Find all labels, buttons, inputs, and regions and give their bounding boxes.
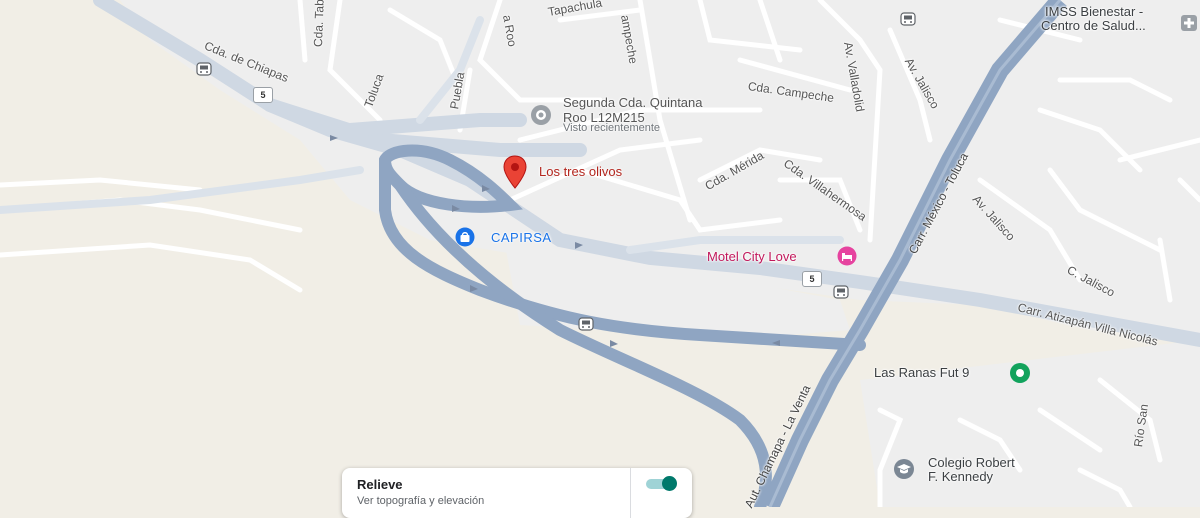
- hotel-bed-icon: [837, 246, 857, 266]
- poi-name: Segunda Cda. Quintana: [563, 95, 703, 110]
- relief-divider: [630, 468, 631, 518]
- street-label-cda-tab: Cda. Tab: [311, 0, 327, 48]
- poi-name: CAPIRSA: [491, 230, 552, 245]
- red-map-pin-icon: [503, 155, 527, 189]
- poi-recent-note: Visto recientemente: [563, 122, 661, 134]
- relief-toggle[interactable]: [644, 476, 680, 491]
- relief-layer-card[interactable]: Relieve Ver topografía y elevación: [342, 468, 692, 518]
- relief-title: Relieve: [357, 477, 403, 492]
- bus-stop-icon[interactable]: [196, 62, 212, 76]
- poi-name: Centro de Salud...: [1041, 18, 1146, 33]
- hospital-icon: [1181, 15, 1197, 31]
- map-canvas[interactable]: [0, 0, 1200, 507]
- bus-stop-icon[interactable]: [900, 12, 916, 26]
- sports-pin-icon: [1010, 363, 1030, 383]
- poi-name: F. Kennedy: [928, 469, 994, 484]
- poi-name: Los tres olivos: [539, 164, 623, 179]
- relief-description: Ver topografía y elevación: [357, 495, 485, 507]
- bus-stop-icon[interactable]: [578, 317, 594, 331]
- route-shield-5: 5: [253, 87, 273, 103]
- bus-stop-icon[interactable]: [833, 285, 849, 299]
- poi-name: Colegio Robert: [928, 455, 1015, 470]
- poi-name: Las Ranas Fut 9: [874, 365, 970, 380]
- school-icon: [894, 459, 914, 479]
- toggle-knob: [662, 476, 677, 491]
- history-pin-icon: [531, 105, 551, 125]
- route-shield-5: 5: [802, 271, 822, 287]
- poi-name: Motel City Love: [707, 249, 797, 264]
- poi-name: IMSS Bienestar -: [1045, 4, 1144, 19]
- shopping-bag-icon: [455, 227, 475, 247]
